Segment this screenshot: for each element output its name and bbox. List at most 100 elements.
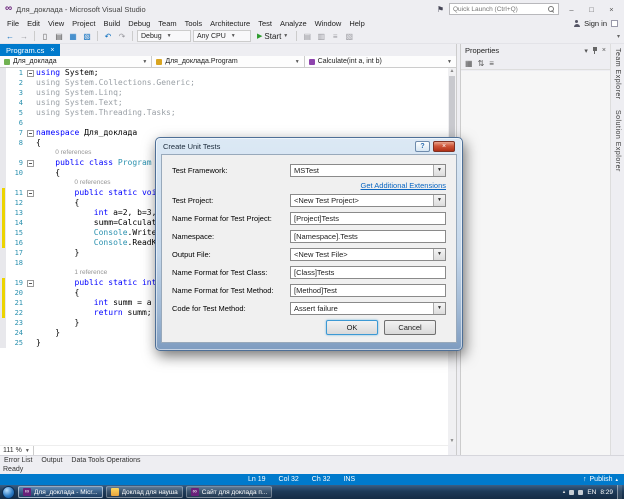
toolbar-misc-icon-3[interactable]: ≡ — [329, 30, 341, 42]
dialog-close-button[interactable]: × — [433, 141, 455, 152]
outline-margin — [26, 198, 36, 208]
collapse-box-icon[interactable] — [27, 190, 34, 197]
toolbar-overflow-icon[interactable]: ▾ — [617, 33, 620, 40]
solution-configurations-dropdown[interactable]: Debug ▼ — [137, 30, 191, 42]
help-button[interactable]: ? — [415, 141, 430, 152]
collapse-box-icon[interactable] — [27, 280, 34, 287]
ok-button[interactable]: OK — [326, 320, 378, 335]
close-icon[interactable]: × — [602, 47, 606, 54]
code-line[interactable]: 2using System.Collections.Generic; — [0, 78, 448, 88]
panel-tab-error-list[interactable]: Error List — [4, 457, 32, 464]
dialog-title-bar[interactable]: Create Unit Tests ? × — [161, 138, 457, 154]
collapse-box-icon[interactable] — [27, 70, 34, 77]
save-icon[interactable]: ▦ — [67, 30, 79, 42]
menu-build[interactable]: Build — [100, 19, 125, 28]
show-desktop-button[interactable] — [617, 485, 622, 499]
save-all-icon[interactable]: ▧ — [81, 30, 93, 42]
name-format-for-test-class-input[interactable]: [Class]Tests — [290, 266, 446, 279]
toolbar-misc-icon-1[interactable]: ▤ — [301, 30, 313, 42]
close-icon[interactable]: × — [50, 47, 54, 54]
member-dropdown[interactable]: Calculate(int a, int b) ▼ — [305, 56, 456, 67]
collapse-box-icon[interactable] — [27, 130, 34, 137]
code-line[interactable]: 3using System.Linq; — [0, 88, 448, 98]
feedback-icon[interactable] — [611, 20, 618, 27]
menu-team[interactable]: Team — [154, 19, 180, 28]
taskbar-button-2[interactable]: Доклад для науша — [106, 486, 183, 498]
redo-icon[interactable]: ↷ — [116, 30, 128, 42]
menu-test[interactable]: Test — [254, 19, 276, 28]
menu-edit[interactable]: Edit — [23, 19, 44, 28]
pin-icon[interactable] — [592, 47, 598, 55]
chevron-down-icon[interactable]: ▼ — [433, 165, 445, 176]
taskbar-button-3[interactable]: ∞Сайт для доклада п... — [186, 486, 273, 498]
sign-in-button[interactable]: Sign in — [584, 19, 607, 28]
change-indicator-margin — [0, 308, 6, 318]
new-file-icon[interactable]: ▯ — [39, 30, 51, 42]
start-menu-button[interactable] — [2, 486, 15, 499]
navigate-back-icon[interactable]: ← — [4, 30, 16, 42]
code-line[interactable]: 1using System; — [0, 68, 448, 78]
name-format-for-test-method-input[interactable]: [Method]Test — [290, 284, 446, 297]
menu-help[interactable]: Help — [345, 19, 368, 28]
scroll-down-icon[interactable]: ▼ — [450, 438, 455, 445]
side-tab-team-explorer[interactable]: Team Explorer — [614, 48, 621, 100]
output-file-combo[interactable]: <New Test File>▼ — [290, 248, 446, 261]
publish-button[interactable]: ↑ Publish ▴ — [583, 474, 618, 485]
tab-program-cs[interactable]: Program.cs × — [0, 44, 60, 56]
panel-tab-output[interactable]: Output — [41, 457, 62, 464]
menu-bar: FileEditViewProjectBuildDebugTeamToolsAr… — [0, 18, 624, 29]
scroll-up-icon[interactable]: ▲ — [450, 68, 455, 75]
menu-tools[interactable]: Tools — [181, 19, 207, 28]
code-line[interactable]: 4using System.Text; — [0, 98, 448, 108]
zoom-dropdown[interactable]: 111 % ▼ — [0, 446, 34, 456]
menu-file[interactable]: File — [3, 19, 23, 28]
chevron-down-icon[interactable]: ▼ — [433, 303, 445, 314]
menu-project[interactable]: Project — [68, 19, 99, 28]
window-position-icon[interactable]: ▾ — [584, 47, 588, 55]
panel-tab-data-tools-operations[interactable]: Data Tools Operations — [71, 457, 140, 464]
close-button[interactable]: × — [604, 3, 619, 16]
test-framework-combo[interactable]: MSTest▼ — [290, 164, 446, 177]
code-line[interactable]: 5using System.Threading.Tasks; — [0, 108, 448, 118]
project-dropdown[interactable]: Для_доклада ▼ — [0, 56, 152, 67]
get-additional-extensions-link[interactable]: Get Additional Extensions — [361, 181, 446, 190]
type-dropdown[interactable]: Для_доклада.Program ▼ — [152, 56, 304, 67]
clock[interactable]: 8:29 — [600, 489, 613, 496]
menu-window[interactable]: Window — [311, 19, 346, 28]
menu-view[interactable]: View — [44, 19, 68, 28]
categorized-icon[interactable]: ▦ — [465, 59, 473, 68]
quick-launch-input[interactable] — [453, 6, 545, 13]
network-icon[interactable] — [569, 490, 574, 495]
undo-icon[interactable]: ↶ — [102, 30, 114, 42]
property-pages-icon[interactable]: ≡ — [489, 59, 494, 68]
name-format-for-test-project-input[interactable]: [Project]Tests — [290, 212, 446, 225]
collapse-box-icon[interactable] — [27, 160, 34, 167]
menu-debug[interactable]: Debug — [124, 19, 154, 28]
menu-analyze[interactable]: Analyze — [276, 19, 311, 28]
chevron-down-icon[interactable]: ▼ — [433, 249, 445, 260]
start-debugging-button[interactable]: ▶ Start ▼ — [253, 30, 292, 42]
language-indicator[interactable]: EN — [587, 489, 596, 496]
cancel-button[interactable]: Cancel — [384, 320, 436, 335]
volume-icon[interactable] — [578, 490, 583, 495]
namespace-input[interactable]: [Namespace].Tests — [290, 230, 446, 243]
code-for-test-method-combo[interactable]: Assert failure▼ — [290, 302, 446, 315]
side-tab-solution-explorer[interactable]: Solution Explorer — [614, 110, 621, 172]
open-file-icon[interactable]: ▤ — [53, 30, 65, 42]
code-line[interactable]: 6 — [0, 118, 448, 128]
test-project-combo[interactable]: <New Test Project>▼ — [290, 194, 446, 207]
title-bar[interactable]: ∞ Для_доклада - Microsoft Visual Studio … — [0, 0, 624, 18]
minimize-button[interactable]: – — [564, 3, 579, 16]
maximize-button[interactable]: □ — [584, 3, 599, 16]
notifications-flag-icon[interactable]: ⚑ — [437, 5, 444, 14]
chevron-down-icon[interactable]: ▼ — [433, 195, 445, 206]
properties-header[interactable]: Properties ▾ × — [461, 44, 610, 57]
toolbar-misc-icon-4[interactable]: ▧ — [343, 30, 355, 42]
menu-architecture[interactable]: Architecture — [206, 19, 254, 28]
hidden-icons-chevron-icon[interactable]: ▴ — [563, 489, 566, 495]
alphabetical-icon[interactable]: ⇅ — [478, 59, 485, 68]
toolbar-misc-icon-2[interactable]: ▥ — [315, 30, 327, 42]
taskbar-button-1[interactable]: ∞Для_доклада - Micr... — [18, 486, 103, 498]
solution-platforms-dropdown[interactable]: Any CPU ▼ — [193, 30, 251, 42]
navigate-forward-icon[interactable]: → — [18, 30, 30, 42]
